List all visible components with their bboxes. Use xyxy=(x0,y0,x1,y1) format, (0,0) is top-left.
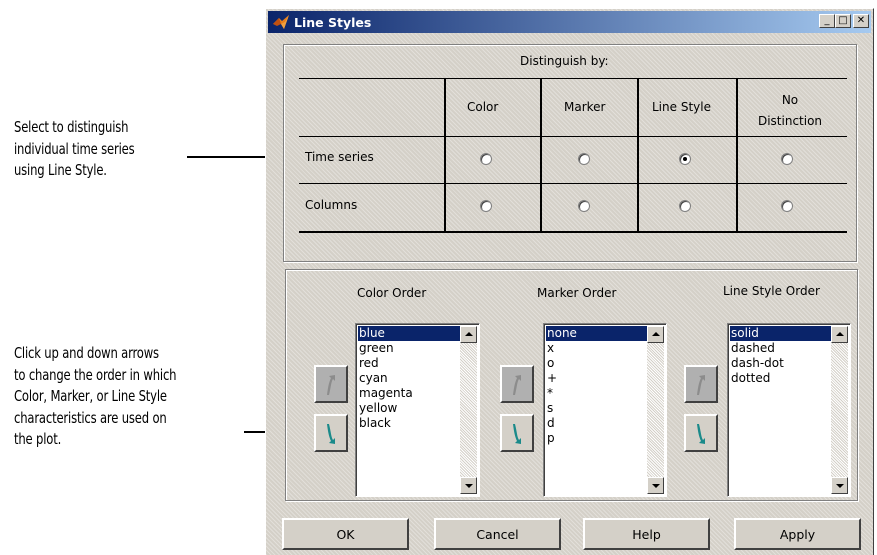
list-item[interactable]: + xyxy=(546,371,647,386)
line-style-move-down-button[interactable] xyxy=(684,414,718,452)
annotation-line: characteristics are used on xyxy=(14,408,167,427)
scroll-up-button[interactable] xyxy=(831,326,848,343)
scroll-up-button[interactable] xyxy=(647,326,664,343)
marker-order-title: Marker Order xyxy=(537,286,617,300)
list-item[interactable]: red xyxy=(358,356,460,371)
line-style-move-up-button[interactable] xyxy=(684,365,718,403)
color-move-down-button[interactable] xyxy=(314,414,348,452)
line-styles-dialog: Line Styles _ □ ✕ Distinguish by: Color … xyxy=(265,8,874,555)
maximize-button[interactable]: □ xyxy=(835,14,851,28)
curved-arrow-down-icon xyxy=(697,424,705,444)
annotation-line: using Line Style. xyxy=(14,161,107,179)
line-style-order-items: solid dashed dash-dot dotted xyxy=(730,326,831,386)
radio-columns-marker[interactable] xyxy=(578,200,590,212)
table-row-divider xyxy=(299,136,847,137)
row-label-time-series: Time series xyxy=(305,150,374,164)
distinguish-panel: Distinguish by: Color Marker Line Style … xyxy=(283,44,857,262)
ok-button[interactable]: OK xyxy=(282,518,409,550)
list-item[interactable]: dash-dot xyxy=(730,356,831,371)
list-item[interactable]: p xyxy=(546,431,647,446)
annotation-line: Color, Marker, or Line Style xyxy=(14,387,167,405)
cancel-button[interactable]: Cancel xyxy=(434,518,561,550)
color-order-title: Color Order xyxy=(357,286,427,300)
annotation-line: Click up and down arrows xyxy=(14,344,159,362)
column-header-marker: Marker xyxy=(564,100,606,114)
table-bottom-rule xyxy=(299,231,847,233)
list-item[interactable]: s xyxy=(546,401,647,416)
radio-columns-no-distinction[interactable] xyxy=(781,200,793,212)
apply-button[interactable]: Apply xyxy=(734,518,861,550)
color-order-list[interactable]: blue green red cyan magenta yellow black xyxy=(355,323,480,497)
column-header-no-distinction: No Distinction xyxy=(757,93,823,128)
vertical-scrollbar[interactable] xyxy=(647,326,664,494)
scroll-down-button[interactable] xyxy=(460,477,477,494)
list-item[interactable]: x xyxy=(546,341,647,356)
marker-move-up-button[interactable] xyxy=(500,365,534,403)
list-item[interactable]: dashed xyxy=(730,341,831,356)
curved-arrow-down-icon xyxy=(513,424,521,444)
radio-time-series-color[interactable] xyxy=(480,153,492,165)
curved-arrow-up-icon xyxy=(327,375,335,395)
list-item[interactable]: blue xyxy=(358,326,460,341)
radio-columns-color[interactable] xyxy=(480,200,492,212)
list-item[interactable]: yellow xyxy=(358,401,460,416)
table-column-divider xyxy=(540,78,542,233)
column-header-color: Color xyxy=(467,100,499,114)
window-title: Line Styles xyxy=(294,14,372,30)
list-item[interactable]: none xyxy=(546,326,647,341)
table-column-divider xyxy=(637,78,639,233)
curved-arrow-up-icon xyxy=(513,375,521,395)
minimize-button[interactable]: _ xyxy=(819,14,835,28)
vertical-scrollbar[interactable] xyxy=(831,326,848,494)
annotation-order-arrows: Click up and down arrows to change the o… xyxy=(14,343,177,451)
order-panel: Color Order Marker Order Line Style Orde… xyxy=(285,269,858,501)
line-style-order-list[interactable]: solid dashed dash-dot dotted xyxy=(727,323,851,497)
scroll-up-button[interactable] xyxy=(460,326,477,343)
marker-order-items: none x o + * s d p xyxy=(546,326,647,446)
list-item[interactable]: black xyxy=(358,416,460,431)
list-item[interactable]: dotted xyxy=(730,371,831,386)
annotation-line: Select to distinguish xyxy=(14,118,129,136)
radio-time-series-marker[interactable] xyxy=(578,153,590,165)
table-column-divider xyxy=(736,78,738,233)
vertical-scrollbar[interactable] xyxy=(460,326,477,494)
marker-move-down-button[interactable] xyxy=(500,414,534,452)
column-header-line-style: Line Style xyxy=(652,100,711,114)
annotation-line: individual time series xyxy=(14,139,135,158)
list-item[interactable]: cyan xyxy=(358,371,460,386)
table-row-divider xyxy=(299,183,847,184)
list-item[interactable]: * xyxy=(546,386,647,401)
close-button[interactable]: ✕ xyxy=(853,14,869,28)
matlab-logo-icon xyxy=(273,15,289,29)
curved-arrow-up-icon xyxy=(697,375,705,395)
row-label-columns: Columns xyxy=(305,198,358,212)
help-button[interactable]: Help xyxy=(583,518,710,550)
color-order-items: blue green red cyan magenta yellow black xyxy=(358,326,460,431)
table-header-divider xyxy=(299,78,847,79)
annotation-line: the plot. xyxy=(14,430,62,448)
list-item[interactable]: green xyxy=(358,341,460,356)
list-item[interactable]: o xyxy=(546,356,647,371)
scroll-down-button[interactable] xyxy=(647,477,664,494)
list-item[interactable]: d xyxy=(546,416,647,431)
annotation-time-series: Select to distinguish individual time se… xyxy=(14,117,135,182)
table-column-divider xyxy=(444,78,446,233)
list-item[interactable]: magenta xyxy=(358,386,460,401)
list-item[interactable]: solid xyxy=(730,326,831,341)
marker-order-list[interactable]: none x o + * s d p xyxy=(543,323,667,497)
color-move-up-button[interactable] xyxy=(314,365,348,403)
distinguish-heading: Distinguish by: xyxy=(520,54,609,68)
title-bar[interactable]: Line Styles _ □ ✕ xyxy=(268,11,871,33)
curved-arrow-down-icon xyxy=(327,424,335,444)
radio-time-series-no-distinction[interactable] xyxy=(781,153,793,165)
scroll-down-button[interactable] xyxy=(831,477,848,494)
radio-time-series-line-style[interactable] xyxy=(679,153,691,165)
annotation-line: to change the order in which xyxy=(14,365,177,384)
radio-columns-line-style[interactable] xyxy=(679,200,691,212)
line-style-order-title: Line Style Order xyxy=(723,284,820,298)
